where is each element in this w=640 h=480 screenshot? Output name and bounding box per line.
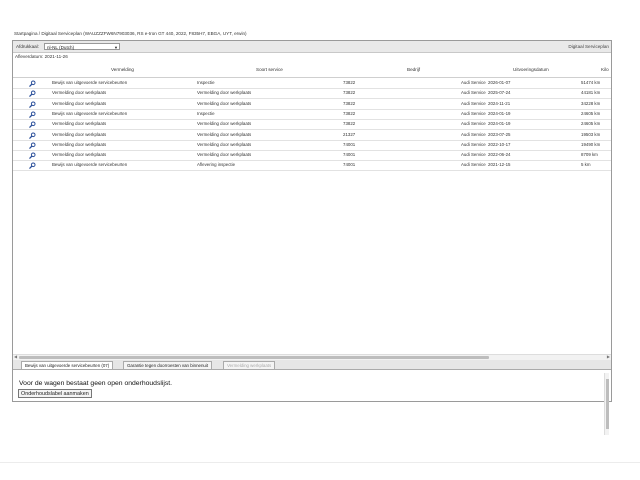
cell-code: 21327 xyxy=(343,131,356,137)
chevron-down-icon: ▼ xyxy=(114,44,118,50)
language-label: Afdrukkaal: xyxy=(16,44,39,49)
cell-soort-service: Vermelding door werkplaats xyxy=(197,121,252,127)
cell-bedrijf: Audi Service xyxy=(461,121,486,127)
breadcrumb: Startpagina / Digitaal Serviceplan (WAUZ… xyxy=(14,31,247,36)
cell-soort-service: Inspectie xyxy=(197,110,215,116)
cell-kilometer: 24605 km xyxy=(581,110,601,116)
cell-soort-service: Inspectie xyxy=(197,80,215,85)
tab-vermelding-werkplaats: Vermelding werkplaats xyxy=(223,361,276,369)
magnifier-icon[interactable] xyxy=(29,80,36,87)
cell-datum: 2025-07-24 xyxy=(488,90,511,96)
cell-datum: 2026-01-07 xyxy=(488,80,511,85)
tab-garantie-doorroesten[interactable]: Garantie tegen doorroesten van binnenuit xyxy=(123,361,213,369)
cell-datum: 2023-07-25 xyxy=(488,131,511,137)
cell-bedrijf: Audi Service xyxy=(461,131,486,137)
horizontal-scroll-thumb[interactable] xyxy=(19,356,489,359)
cell-vermelding: Bewijs van uitgevoerde servicebeurten xyxy=(52,80,128,85)
create-maintenance-label-button[interactable]: Onderhoudslabel aanmaken xyxy=(18,389,92,398)
column-header-kilometer[interactable]: Kilo xyxy=(601,67,609,72)
cell-kilometer: 51474 km xyxy=(581,80,601,85)
magnifier-icon[interactable] xyxy=(29,90,36,98)
tab-bar: Bewijs van uitgevoerde servicebeurten (0… xyxy=(13,360,611,370)
scroll-left-icon[interactable]: ◀ xyxy=(14,354,17,359)
scroll-right-icon[interactable]: ▶ xyxy=(607,354,610,359)
cell-bedrijf: Audi Service xyxy=(461,152,486,158)
cell-kilometer: 5 km xyxy=(581,162,591,168)
delivery-date: Afleverdatum: 2021-11-26 xyxy=(15,54,68,59)
magnifier-icon[interactable] xyxy=(29,142,36,149)
service-table: Vermelding Soort service Bedrijf Uitvoer… xyxy=(13,62,611,352)
magnifier-icon[interactable] xyxy=(29,101,36,108)
magnifier-icon[interactable] xyxy=(29,152,36,159)
table-row[interactable]: Bewijs van uitgevoerde servicebeurten Afl… xyxy=(13,160,611,172)
table-header: Vermelding Soort service Bedrijf Uitvoer… xyxy=(13,62,611,78)
cell-bedrijf: Audi Service xyxy=(461,80,486,85)
cell-code: 73822 xyxy=(343,110,356,116)
language-select-value: nl-NL (Dutch) xyxy=(47,44,75,50)
magnifier-icon[interactable] xyxy=(29,162,36,170)
cell-vermelding: Vermelding door werkplaats xyxy=(52,131,107,137)
cell-vermelding: Bewijs van uitgevoerde servicebeurten xyxy=(52,162,128,168)
cell-code: 73822 xyxy=(343,90,356,96)
cell-vermelding: Vermelding door werkplaats xyxy=(52,90,107,96)
cell-soort-service: Vermelding door werkplaats xyxy=(197,152,252,158)
cell-kilometer: 19503 km xyxy=(581,131,601,137)
cell-datum: 2021-12-15 xyxy=(488,162,511,168)
cell-code: 73822 xyxy=(343,121,356,127)
cell-datum: 2022-06-24 xyxy=(488,152,511,158)
magnifier-icon[interactable] xyxy=(29,131,36,139)
no-maintenance-message: Voor de wagen bestaat geen open onderhou… xyxy=(19,380,173,387)
language-select[interactable]: nl-NL (Dutch) ▼ xyxy=(44,42,120,50)
cell-kilometer: 19490 km xyxy=(581,141,601,147)
cell-bedrijf: Audi Service xyxy=(461,90,486,96)
cell-vermelding: Vermelding door werkplaats xyxy=(52,121,107,127)
cell-vermelding: Bewijs van uitgevoerde servicebeurten xyxy=(52,110,128,116)
cell-kilometer: 24605 km xyxy=(581,121,601,127)
cell-kilometer: 44181 km xyxy=(581,90,601,96)
cell-kilometer: 34228 km xyxy=(581,100,601,106)
cell-soort-service: Vermelding door werkplaats xyxy=(197,90,252,96)
cell-code: 74001 xyxy=(343,162,356,168)
cell-code: 74001 xyxy=(343,141,356,147)
vertical-scroll-thumb[interactable] xyxy=(605,379,609,429)
cell-vermelding: Vermelding door werkplaats xyxy=(52,152,107,158)
magnifier-icon[interactable] xyxy=(29,121,36,128)
magnifier-icon[interactable] xyxy=(29,111,36,118)
cell-code: 73822 xyxy=(343,100,356,106)
column-header-vermelding[interactable]: Vermelding xyxy=(111,67,134,72)
cell-vermelding: Vermelding door werkplaats xyxy=(52,100,107,106)
cell-bedrijf: Audi Service xyxy=(461,162,486,168)
cell-datum: 2024-01-19 xyxy=(488,110,511,116)
column-header-uitvoeringsdatum[interactable]: Uitvoeringsdatum xyxy=(513,67,549,72)
column-header-bedrijf[interactable]: Bedrijf xyxy=(407,67,420,72)
cell-soort-service: Vermelding door werkplaats xyxy=(197,131,252,137)
cell-soort-service: Aflevering inspectie xyxy=(197,162,236,168)
cell-vermelding: Vermelding door werkplaats xyxy=(52,141,107,147)
page-divider xyxy=(0,462,640,463)
cell-bedrijf: Audi Service xyxy=(461,110,486,116)
cell-datum: 2024-11-21 xyxy=(488,100,511,106)
tab-servicebeurten[interactable]: Bewijs van uitgevoerde servicebeurten (0… xyxy=(21,361,114,369)
toolbar: Afdrukkaal: nl-NL (Dutch) ▼ Digitaal Ser… xyxy=(13,41,611,53)
cell-bedrijf: Audi Service xyxy=(461,100,486,106)
cell-kilometer: 8709 km xyxy=(581,152,598,158)
window-title: Digitaal Serviceplan xyxy=(568,44,609,49)
service-plan-window: Afdrukkaal: nl-NL (Dutch) ▼ Digitaal Ser… xyxy=(12,40,612,435)
maintenance-panel: Voor de wagen bestaat geen open onderhou… xyxy=(13,370,611,401)
column-header-soort-service[interactable]: Soort service xyxy=(256,67,283,72)
cell-bedrijf: Audi Service xyxy=(461,141,486,147)
cell-soort-service: Vermelding door werkplaats xyxy=(197,141,252,147)
vertical-scrollbar[interactable] xyxy=(604,373,609,435)
cell-soort-service: Vermelding door werkplaats xyxy=(197,100,252,106)
cell-code: 74001 xyxy=(343,152,356,158)
cell-code: 73822 xyxy=(343,80,356,85)
cell-datum: 2024-01-19 xyxy=(488,121,511,127)
cell-datum: 2022-10-17 xyxy=(488,141,511,147)
